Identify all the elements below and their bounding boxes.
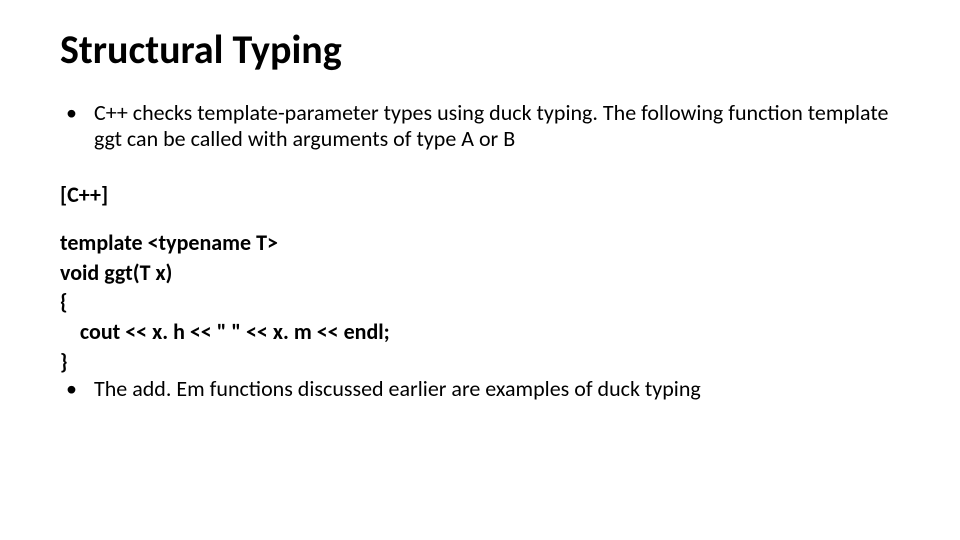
- bullet-text: The add. Em functions discussed earlier …: [94, 376, 900, 402]
- spacer: [60, 208, 900, 228]
- code-line: }: [60, 348, 68, 375]
- code-line: template <typename T>: [60, 229, 278, 256]
- bullet-dot-icon: •: [60, 100, 94, 152]
- slide-body: • C++ checks template-parameter types us…: [60, 100, 900, 402]
- language-label: [C++]: [60, 182, 900, 208]
- bullet-item: • The add. Em functions discussed earlie…: [60, 376, 900, 402]
- slide: Structural Typing • C++ checks template-…: [0, 0, 960, 540]
- code-line: cout << x. h << " " << x. m << endl;: [60, 318, 390, 345]
- code-line: void ggt(T x): [60, 259, 172, 286]
- bullet-text: C++ checks template-parameter types usin…: [94, 100, 900, 152]
- bullet-item: • C++ checks template-parameter types us…: [60, 100, 900, 152]
- code-block: template <typename T> void ggt(T x) { co…: [60, 228, 900, 376]
- slide-title: Structural Typing: [60, 28, 900, 72]
- spacer: [60, 156, 900, 182]
- bullet-dot-icon: •: [60, 376, 94, 402]
- code-line: {: [60, 288, 68, 315]
